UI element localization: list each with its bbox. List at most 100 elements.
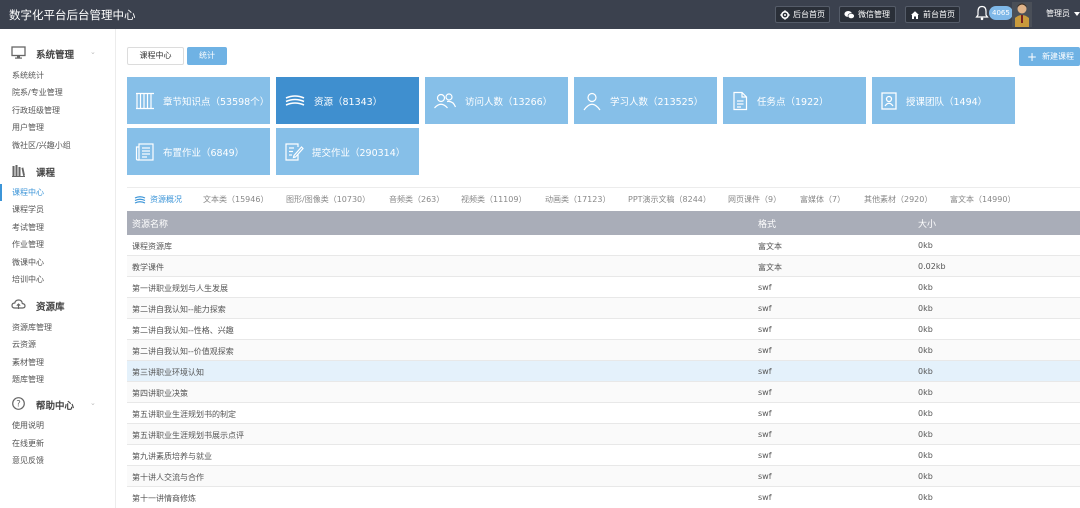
table-row[interactable]: 第十讲人交流与合作 swf 0kb: [127, 466, 1080, 487]
chevron-down-icon: ⌄: [90, 48, 96, 56]
table-row[interactable]: 第五讲职业生涯规划书的制定 swf 0kb: [127, 403, 1080, 424]
cell-name: 第十讲人交流与合作: [132, 473, 204, 482]
stat-tile-teaching-team[interactable]: 授课团队（1494）: [872, 77, 1015, 124]
cell-format: swf: [758, 283, 772, 292]
sidebar-item[interactable]: 用户管理: [0, 119, 116, 136]
table-row[interactable]: 课程资源库 富文本 0kb: [127, 235, 1080, 256]
table-row-highlighted[interactable]: 第三讲职业环境认知 swf 0kb: [127, 361, 1080, 382]
stat-tile-label: 学习人数（213525）: [610, 96, 704, 108]
sidebar-item[interactable]: 考试管理: [0, 219, 116, 236]
sidebar-group-label: 课程: [36, 168, 56, 179]
cell-name: 课程资源库: [132, 242, 172, 251]
tab-rich-media[interactable]: 富媒体（7）: [800, 194, 845, 205]
wechat-manage-label: 微信管理: [858, 10, 890, 19]
cell-size: 0kb: [918, 241, 933, 250]
monitor-icon: [11, 46, 26, 59]
sidebar-item[interactable]: 行政班级管理: [0, 102, 116, 119]
chevron-down-icon[interactable]: [1074, 12, 1080, 16]
cell-size: 0.02kb: [918, 262, 946, 271]
layers-icon: [134, 195, 146, 204]
stat-tile-resources[interactable]: 资源（81343）: [276, 77, 419, 124]
tab-text[interactable]: 文本类（15946）: [203, 194, 268, 205]
sidebar-item[interactable]: 系统统计: [0, 67, 116, 84]
table-row[interactable]: 第四讲职业决策 swf 0kb: [127, 382, 1080, 403]
tab-graphics[interactable]: 图形/图像类（10730）: [286, 194, 370, 205]
new-course-button[interactable]: + 新建课程: [1019, 47, 1080, 66]
tab-resource-overview[interactable]: 资源概况: [134, 194, 182, 205]
sidebar-item[interactable]: 微社区/兴趣小组: [0, 137, 116, 154]
wechat-manage-button[interactable]: 微信管理: [839, 6, 896, 23]
sidebar-item[interactable]: 题库管理: [0, 371, 116, 388]
table-row[interactable]: 第五讲职业生涯规划书展示点评 swf 0kb: [127, 424, 1080, 445]
cell-name: 第四讲职业决策: [132, 389, 188, 398]
sidebar-group-label: 系统管理: [36, 50, 75, 61]
avatar[interactable]: [1012, 2, 1032, 27]
gear-icon: [780, 9, 790, 20]
bell-icon[interactable]: [975, 5, 989, 21]
notification-badge[interactable]: 4065: [989, 6, 1013, 20]
tab-course-center[interactable]: 课程中心: [127, 47, 184, 65]
cell-format: swf: [758, 388, 772, 397]
table-row[interactable]: 教学课件 富文本 0.02kb: [127, 256, 1080, 277]
stat-tile-label: 授课团队（1494）: [906, 96, 988, 108]
table-row[interactable]: 第十一讲情商修炼 swf 0kb: [127, 487, 1080, 508]
table-row[interactable]: 第二讲自我认知--能力探索 swf 0kb: [127, 298, 1080, 319]
stat-tile-visitors[interactable]: 访问人数（13266）: [425, 77, 568, 124]
sidebar-group-label: 帮助中心: [36, 401, 75, 412]
tab-other[interactable]: 其他素材（2920）: [864, 194, 932, 205]
cell-size: 0kb: [918, 388, 933, 397]
frontend-home-button[interactable]: 前台首页: [905, 6, 960, 23]
table-row[interactable]: 第二讲自我认知--价值观探索 swf 0kb: [127, 340, 1080, 361]
stat-tile-learners[interactable]: 学习人数（213525）: [574, 77, 717, 124]
cell-name: 第九讲素质培养与就业: [132, 452, 212, 461]
stat-tile-submit-homework[interactable]: 提交作业（290314）: [276, 128, 419, 175]
sidebar-group-system[interactable]: 系统管理 ⌄: [0, 44, 116, 62]
sidebar-item[interactable]: 课程学员: [0, 201, 116, 218]
column-header-format[interactable]: 格式: [758, 217, 776, 230]
svg-text:?: ?: [16, 400, 21, 410]
cell-name: 第一讲职业规划与人生发展: [132, 284, 228, 293]
sidebar-item[interactable]: 云资源: [0, 336, 116, 353]
sidebar-item-course-center[interactable]: 课程中心: [0, 184, 116, 201]
column-header-name[interactable]: 资源名称: [132, 217, 168, 230]
admin-home-label: 后台首页: [793, 10, 825, 19]
sidebar-item[interactable]: 院系/专业管理: [0, 84, 116, 101]
sidebar-item[interactable]: 意见反馈: [0, 452, 116, 469]
stat-tile-chapters[interactable]: 章节知识点（53598个）: [127, 77, 270, 124]
admin-home-button[interactable]: 后台首页: [775, 6, 830, 23]
tab-ppt[interactable]: PPT演示文稿（8244）: [628, 194, 711, 205]
sidebar-item[interactable]: 微课中心: [0, 254, 116, 271]
stat-tile-assign-homework[interactable]: 布置作业（6849）: [127, 128, 270, 175]
stat-tile-label: 访问人数（13266）: [465, 96, 553, 108]
sidebar-item[interactable]: 作业管理: [0, 236, 116, 253]
cell-name: 第五讲职业生涯规划书展示点评: [132, 431, 244, 440]
tab-web-courseware[interactable]: 网页课件（9）: [728, 194, 781, 205]
tab-animation[interactable]: 动画类（17123）: [545, 194, 610, 205]
sidebar-item[interactable]: 在线更新: [0, 435, 116, 452]
plus-icon: +: [1027, 49, 1038, 64]
cell-format: 富文本: [758, 242, 782, 251]
user-menu-label[interactable]: 管理员: [1046, 8, 1070, 19]
sidebar-item[interactable]: 素材管理: [0, 354, 116, 371]
table-row[interactable]: 第二讲自我认知--性格、兴趣 swf 0kb: [127, 319, 1080, 340]
stat-tile-task-points[interactable]: 任务点（1922）: [723, 77, 866, 124]
top-bar: 数字化平台后台管理中心 后台首页 微信管理 前台首页 4065 管理员: [0, 0, 1080, 29]
sidebar: 系统管理 ⌄ 系统统计 院系/专业管理 行政班级管理 用户管理 微社区/兴趣小组…: [0, 29, 116, 508]
table-row[interactable]: 第一讲职业规划与人生发展 swf 0kb: [127, 277, 1080, 298]
sidebar-item[interactable]: 培训中心: [0, 271, 116, 288]
sidebar-group-resources[interactable]: 资源库: [0, 296, 116, 314]
column-header-size[interactable]: 大小: [918, 217, 936, 230]
cell-size: 0kb: [918, 430, 933, 439]
tab-rich-text[interactable]: 富文本（14990）: [950, 194, 1015, 205]
table-row[interactable]: 第九讲素质培养与就业 swf 0kb: [127, 445, 1080, 466]
tab-statistics[interactable]: 统计: [187, 47, 227, 65]
tab-video[interactable]: 视频类（11109）: [461, 194, 526, 205]
stat-tile-label: 资源（81343）: [314, 96, 383, 108]
cell-name: 第十一讲情商修炼: [132, 494, 196, 503]
tab-audio[interactable]: 音频类（263）: [389, 194, 444, 205]
sidebar-item[interactable]: 资源库管理: [0, 319, 116, 336]
cell-format: 富文本: [758, 263, 782, 272]
sidebar-group-help[interactable]: ? 帮助中心 ⌄: [0, 395, 116, 413]
sidebar-item[interactable]: 使用说明: [0, 417, 116, 434]
sidebar-group-course[interactable]: 课程: [0, 162, 116, 180]
